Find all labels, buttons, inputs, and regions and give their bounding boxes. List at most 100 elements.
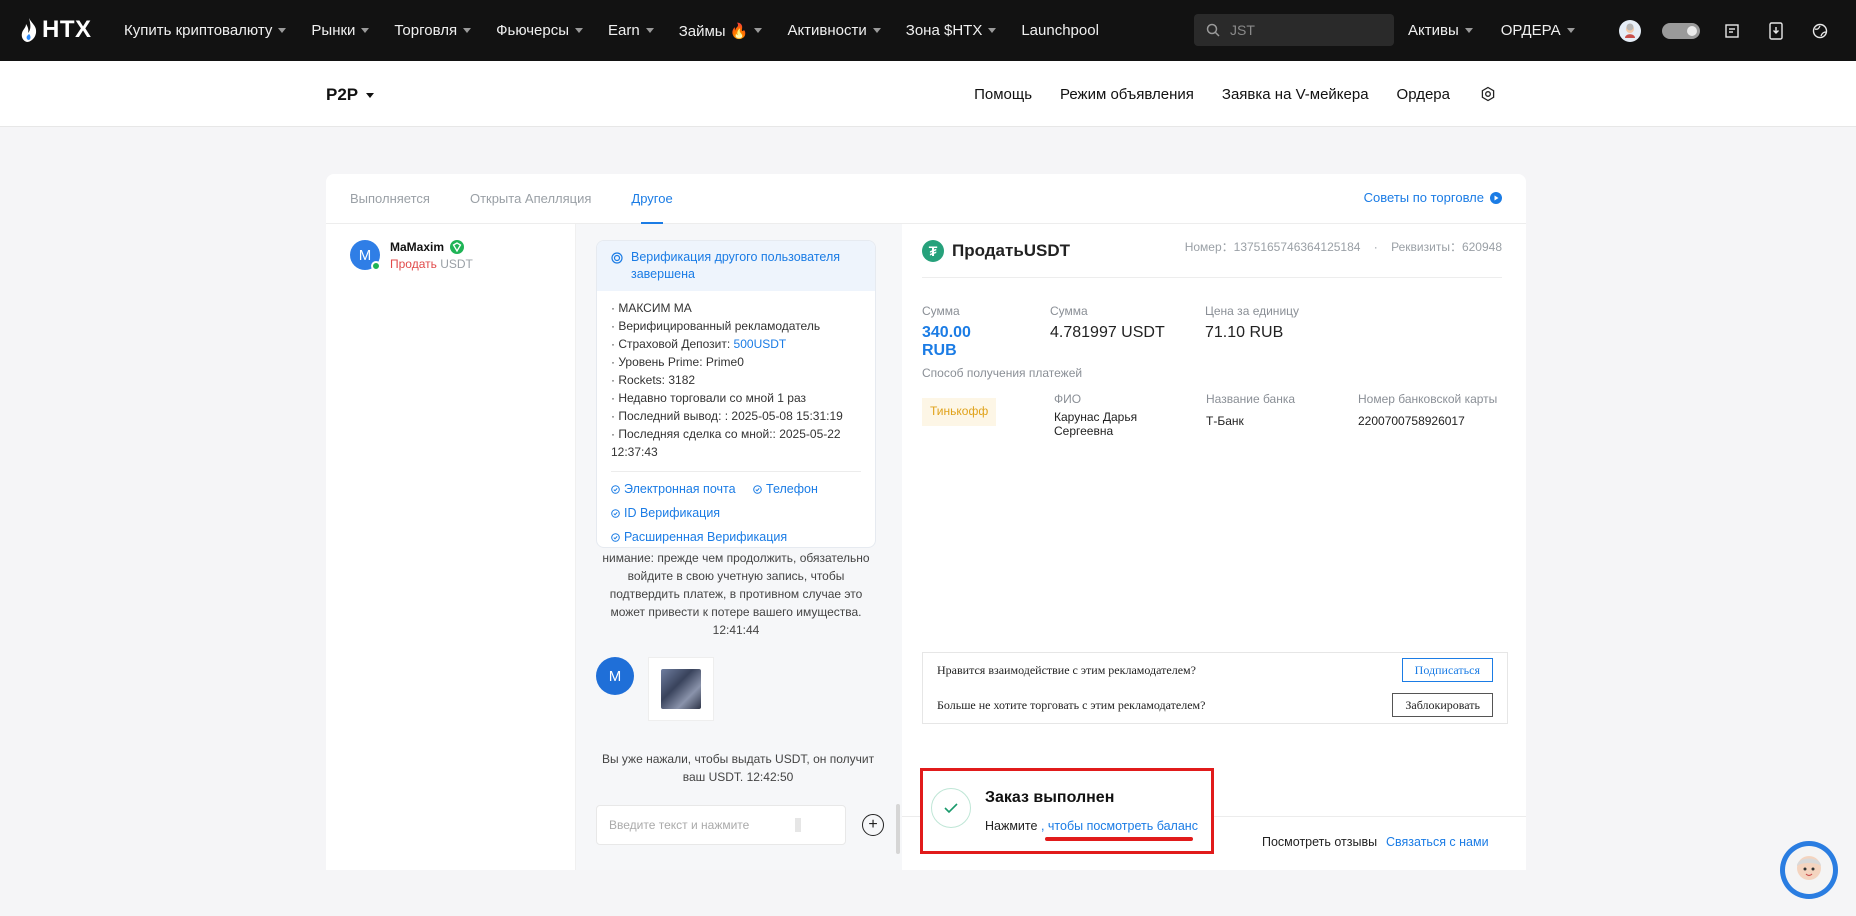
nav-activities[interactable]: Активности [787,22,894,39]
deposit-value[interactable]: 500USDT [734,337,787,351]
chevron-down-icon [872,28,881,33]
nav-loans[interactable]: Займы 🔥 [679,22,777,40]
orders-button[interactable] [1715,14,1749,48]
nav-label: ОРДЕРА [1500,22,1561,39]
orders-icon [1724,23,1739,38]
amount-label: Сумма [922,304,960,318]
user-avatar-icon [1618,19,1641,42]
requisites-value: 620948 [1461,240,1502,254]
amount-usdt: Сумма 4.781997 USDT [1050,304,1165,360]
nav-label: Earn [608,22,640,39]
nav-assets[interactable]: Активы [1408,22,1487,39]
check-circle-icon [753,485,762,494]
emoji-icon[interactable] [795,818,801,832]
like-question: Нравится взаимодействие с этим рекламода… [937,662,1196,677]
search-input[interactable] [1230,22,1370,38]
search-box[interactable] [1194,14,1394,46]
help-link[interactable]: Помощь [974,86,1032,103]
detail-name: · МАКСИМ МА [611,301,692,315]
nav-earn[interactable]: Earn [608,22,668,39]
theme-toggle[interactable] [1657,14,1705,48]
user-avatar-button[interactable] [1613,14,1647,48]
image-thumbnail[interactable] [648,657,714,721]
nav-futures[interactable]: Фьючерсы [496,22,597,39]
nav-label: Торговля [394,22,458,39]
amount-label: Сумма [1050,304,1088,318]
amount-rub: Сумма 340.00 RUB [922,304,1010,360]
plus-icon: + [868,816,878,833]
chat-input-box[interactable] [596,805,846,845]
release-message: Вы уже нажали, чтобы выдать USDT, он пол… [601,752,875,784]
nav-trading[interactable]: Торговля [394,22,485,39]
online-status-icon [371,261,381,271]
attach-button[interactable]: + [862,814,884,836]
avatar-initial: M [608,667,622,685]
nav-label: Активы [1408,22,1459,39]
block-button[interactable]: Заблокировать [1392,693,1493,717]
bank-name-value[interactable]: Т-Банк [1206,414,1326,428]
nav-htx-zone[interactable]: Зона $HTX [906,22,1011,39]
tab-in-progress[interactable]: Выполняется [350,174,430,224]
nav-label: Рынки [311,22,356,39]
contact-us-link[interactable]: Связаться с нами [1386,835,1489,849]
view-reviews-link[interactable]: Посмотреть отзывы [1262,835,1377,849]
htx-logo[interactable]: HTX [20,16,92,44]
price-value: 71.10 RUB [1205,324,1284,341]
nav-orders[interactable]: ОРДЕРА [1501,22,1589,39]
orders-link[interactable]: Ордера [1397,86,1450,103]
chat-scrollbar[interactable] [896,804,900,854]
trade-side: Продать [390,257,437,271]
verification-header: Верификация другого пользователя заверше… [597,241,875,291]
detail-deposit: · Страховой Депозит: 500USDT [611,335,861,353]
language-button[interactable] [1803,14,1837,48]
card-value[interactable]: 2200700758926017 [1358,414,1498,428]
subscribe-button[interactable]: Подписаться [1401,658,1493,682]
chevron-down-icon [754,28,763,33]
badge-label: Телефон [766,482,818,496]
tether-icon: ₮ [922,239,944,262]
verification-title: Верификация другого пользователя заверше… [631,250,841,281]
trading-tips-link[interactable]: Советы по торговле [1364,190,1502,205]
p2p-links: Помощь Режим объявления Заявка на V-мейк… [974,61,1496,127]
chevron-down-icon [361,28,370,33]
chevron-down-icon [1464,28,1473,33]
flame-logo-icon [21,18,37,42]
nav-launchpool[interactable]: Launchpool [1021,22,1113,39]
list-item[interactable]: M MaMaxim Продать USDT [350,240,473,271]
verified-merchant-icon [450,240,465,254]
account-menu: Активы ОРДЕРА [1408,0,1837,61]
nav-label: Займы 🔥 [678,22,749,40]
order-meta: Номер：1375165746364125184 · Реквизиты：62… [1184,240,1502,254]
unit-price: Цена за единицу 71.10 RUB [1205,304,1299,360]
nav-label: Активности [787,22,867,39]
download-icon [1768,21,1783,40]
fio-value[interactable]: Карунас Дарья Сергеевна [1054,410,1180,438]
nav-buy-crypto[interactable]: Купить криптовалюту [124,22,300,39]
order-number: 1375165746364125184 [1233,240,1361,254]
nav-markets[interactable]: Рынки [311,22,383,39]
tab-appeal[interactable]: Открыта Апелляция [470,174,591,224]
requisites-label: Реквизиты： [1391,240,1462,254]
order-title: ПродатьUSDT [952,240,1071,260]
v-maker-link[interactable]: Заявка на V-мейкера [1222,86,1369,103]
chat-input[interactable] [609,818,789,832]
support-avatar-icon [1785,846,1833,894]
bank-name-label: Название банка [1206,392,1296,406]
tab-other[interactable]: Другое [631,174,673,224]
ad-mode-link[interactable]: Режим объявления [1060,86,1194,103]
badge-advanced: Расширенная Верификация [611,526,787,547]
verification-card: Верификация другого пользователя заверше… [596,240,876,548]
support-chat-button[interactable] [1780,841,1838,899]
view-balance-link[interactable]: , чтобы посмотреть баланс [1041,819,1198,833]
download-button[interactable] [1759,14,1793,48]
avatar: M [596,657,634,695]
bank-tag: Тинькофф [922,398,997,426]
p2p-menu[interactable]: P2P [326,85,375,105]
detail-traded: · Недавно торговали со мной 1 раз [611,391,806,405]
order-amounts: Сумма 340.00 RUB Сумма 4.781997 USDT Цена … [922,304,1339,360]
settings-icon[interactable] [1480,86,1496,102]
search-icon [1206,23,1220,37]
check-circle-icon [611,485,620,494]
card-number-field: Номер банковской карты 2200700758926017 [1358,392,1498,428]
nav-label: Зона $HTX [905,22,983,39]
